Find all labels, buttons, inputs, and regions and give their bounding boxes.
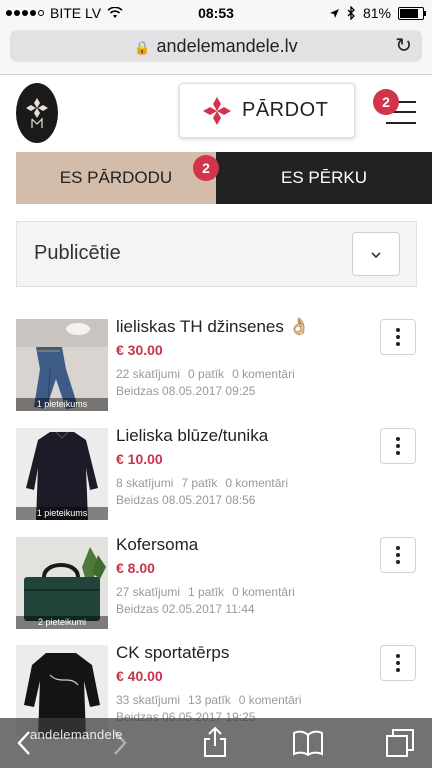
applications-caption: 2 pieteikumi (16, 616, 108, 629)
tab-selling[interactable]: ES PĀRDODU (16, 152, 216, 204)
sell-button[interactable]: PĀRDOT (179, 83, 355, 138)
tab-bar: ES PĀRDODU ES PĒRKU (16, 152, 432, 204)
item-comments: 0 komentāri (225, 476, 289, 490)
bluetooth-icon (347, 6, 355, 20)
item-likes: 7 patīk (181, 476, 218, 490)
battery-percent: 81% (362, 5, 391, 21)
item-title[interactable]: Kofersoma (116, 535, 198, 555)
item-thumbnail[interactable]: 2 pieteikumi (16, 537, 108, 629)
logo-icon[interactable] (16, 83, 58, 143)
item-expires: Beidzas 08.05.2017 08:56 (116, 493, 256, 507)
applications-caption: 1 pieteikums (16, 398, 108, 411)
url-text: andelemandele.lv (156, 36, 298, 56)
item-views: 27 skatījumi (116, 585, 181, 599)
tabs-icon[interactable] (385, 728, 415, 758)
item-thumbnail[interactable]: 1 pieteikums (16, 319, 108, 411)
status-bar: BITE LV 08:53 81% (0, 0, 432, 26)
chevron-down-icon (371, 252, 381, 259)
list-item[interactable]: 2 pieteikumi Kofersoma € 8.00 27 skatīju… (16, 535, 432, 629)
filter-selected-label: Publicētie (34, 242, 121, 264)
address-bar[interactable]: 🔒 andelemandele.lv ↻ (10, 30, 422, 62)
item-likes: 1 patīk (188, 585, 225, 599)
item-title[interactable]: Lieliska blūze/tunika (116, 426, 268, 446)
item-likes: 13 patīk (188, 693, 231, 707)
item-stats: 8 skatījumi 7 patīk 0 komentāri (116, 476, 296, 490)
item-thumbnail[interactable]: 1 pieteikums (16, 428, 108, 520)
battery-icon (398, 6, 426, 20)
reload-icon[interactable]: ↻ (395, 33, 412, 58)
item-price: € 10.00 (116, 451, 163, 467)
more-vertical-icon[interactable] (380, 645, 416, 681)
watermark-text: andelemandele (30, 727, 123, 742)
list-item[interactable]: 1 pieteikums lieliskas TH džinsenes 👌🏼 €… (16, 317, 432, 411)
item-views: 22 skatījumi (116, 367, 181, 381)
applications-caption: 1 pieteikums (16, 507, 108, 520)
item-stats: 22 skatījumi 0 patīk 0 komentāri (116, 367, 303, 381)
item-views: 8 skatījumi (116, 476, 174, 490)
browser-toolbar: andelemandele (0, 718, 432, 768)
item-title[interactable]: lieliskas TH džinsenes 👌🏼 (116, 317, 310, 337)
more-vertical-icon[interactable] (380, 319, 416, 355)
more-vertical-icon[interactable] (380, 537, 416, 573)
bookmarks-icon[interactable] (292, 730, 324, 756)
item-comments: 0 komentāri (232, 585, 295, 599)
item-price: € 40.00 (116, 668, 163, 684)
list-item[interactable]: 1 pieteikums Lieliska blūze/tunika € 10.… (16, 426, 432, 520)
back-icon[interactable] (16, 730, 32, 756)
browser-chrome: BITE LV 08:53 81% 🔒 andelemandele.lv ↻ (0, 0, 432, 75)
tab-selling-badge: 2 (193, 155, 219, 181)
item-stats: 27 skatījumi 1 patīk 0 komentāri (116, 585, 303, 599)
menu-notification-badge: 2 (373, 89, 399, 115)
item-title[interactable]: CK sportatērps (116, 643, 229, 663)
item-views: 33 skatījumi (116, 693, 181, 707)
more-vertical-icon[interactable] (380, 428, 416, 464)
item-expires: Beidzas 02.05.2017 11:44 (116, 602, 255, 616)
item-likes: 0 patīk (188, 367, 225, 381)
tab-buying[interactable]: ES PĒRKU (216, 152, 432, 204)
item-comments: 0 komentāri (232, 367, 295, 381)
star-icon (203, 97, 231, 125)
item-expires: Beidzas 08.05.2017 09:25 (116, 384, 256, 398)
lock-icon: 🔒 (134, 40, 151, 55)
site-header: PĀRDOT 2 (0, 75, 432, 152)
sell-button-label: PĀRDOT (242, 99, 329, 121)
location-icon (329, 8, 339, 18)
item-stats: 33 skatījumi 13 patīk 0 komentāri (116, 693, 309, 707)
forward-icon[interactable] (112, 730, 128, 756)
share-icon[interactable] (203, 726, 227, 758)
filter-dropdown-button[interactable] (352, 232, 400, 276)
status-filter: Publicētie (16, 221, 417, 287)
item-comments: 0 komentāri (238, 693, 302, 707)
item-price: € 8.00 (116, 560, 155, 576)
item-price: € 30.00 (116, 342, 163, 358)
